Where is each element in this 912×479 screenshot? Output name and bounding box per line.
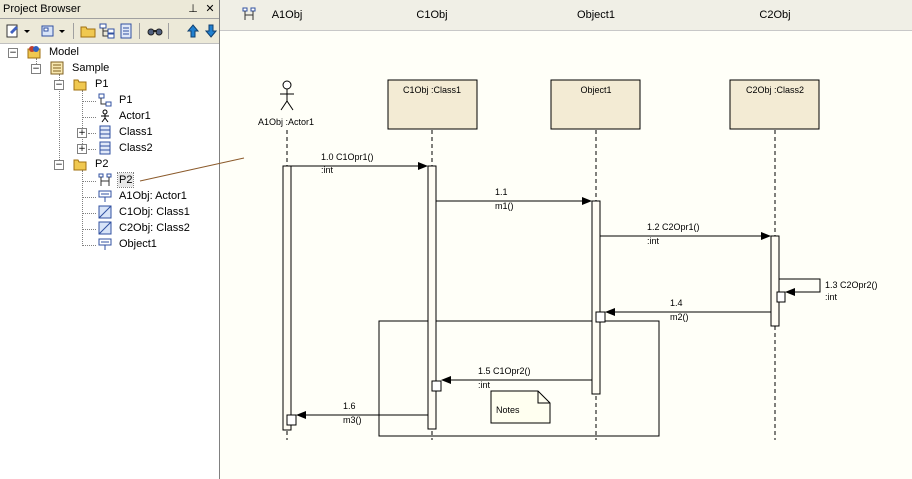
object-icon [98, 238, 112, 250]
message-return-label: :int [321, 165, 334, 175]
activation-bar[interactable] [286, 414, 297, 426]
drag-connector [139, 157, 245, 182]
lifeline-object1[interactable]: Object1 [550, 79, 641, 130]
actor-a1obj[interactable]: A1Obj :Actor1 [258, 80, 314, 127]
message-1-5[interactable]: 1.5 C1Opr2() :int [441, 366, 592, 390]
activation-bar[interactable] [591, 200, 601, 395]
sequence-diagram-canvas: A1Obj :Actor1 C1Obj :Class1 Object1 C2Ob… [258, 79, 878, 440]
message-return-label: :int [478, 380, 491, 390]
message-label: 1.3 C2Opr2() [825, 280, 878, 290]
message-1-3[interactable]: 1.3 C2Opr2() :int [779, 278, 878, 302]
tree-guide [82, 213, 96, 214]
actor-label: A1Obj :Actor1 [258, 117, 314, 127]
tree-item-label: C1Obj: Class1 [119, 206, 190, 218]
lifeline-c2obj[interactable]: C2Obj :Class2 [729, 79, 820, 130]
message-return-label: :int [825, 292, 838, 302]
message-1-0[interactable]: 1.0 C1Opr1() :int [291, 152, 428, 175]
lifeline-c2obj-label: C2Obj :Class2 [746, 85, 804, 95]
activation-bar[interactable] [282, 165, 292, 431]
tree-guide [82, 245, 96, 246]
message-op-label: m1() [495, 201, 514, 211]
message-label: 1.0 C1Opr1() [321, 152, 374, 162]
lifeline-c1obj-label: C1Obj :Class1 [403, 85, 461, 95]
message-op-label: m2() [670, 312, 689, 322]
activation-bar[interactable] [776, 291, 786, 303]
instance-icon [98, 205, 112, 219]
tree-guide [82, 229, 96, 230]
message-label: 1.4 [670, 298, 683, 308]
message-return-label: :int [647, 236, 660, 246]
message-1-2[interactable]: 1.2 C2Opr1() :int [600, 222, 771, 246]
note-text: Notes [496, 405, 520, 415]
message-1-1[interactable]: 1.1 m1() [436, 187, 592, 211]
lifeline-c1obj[interactable]: C1Obj :Class1 [387, 79, 478, 130]
note[interactable]: Notes [490, 390, 551, 424]
message-label: 1.5 C1Opr2() [478, 366, 531, 376]
instance-icon [98, 221, 112, 235]
tree-item-label: C2Obj: Class2 [119, 222, 190, 234]
tree-item-label: Object1 [119, 238, 157, 250]
message-label: 1.1 [495, 187, 508, 197]
activation-bar[interactable] [595, 311, 606, 323]
activation-bar[interactable] [431, 380, 442, 392]
message-1-4[interactable]: 1.4 m2() [605, 298, 771, 322]
message-op-label: m3() [343, 415, 362, 425]
message-label: 1.2 C2Opr1() [647, 222, 700, 232]
message-1-6[interactable]: 1.6 m3() [296, 401, 428, 425]
lifeline-object1-label: Object1 [580, 85, 611, 95]
message-label: 1.6 [343, 401, 356, 411]
activation-bar[interactable] [770, 235, 780, 327]
